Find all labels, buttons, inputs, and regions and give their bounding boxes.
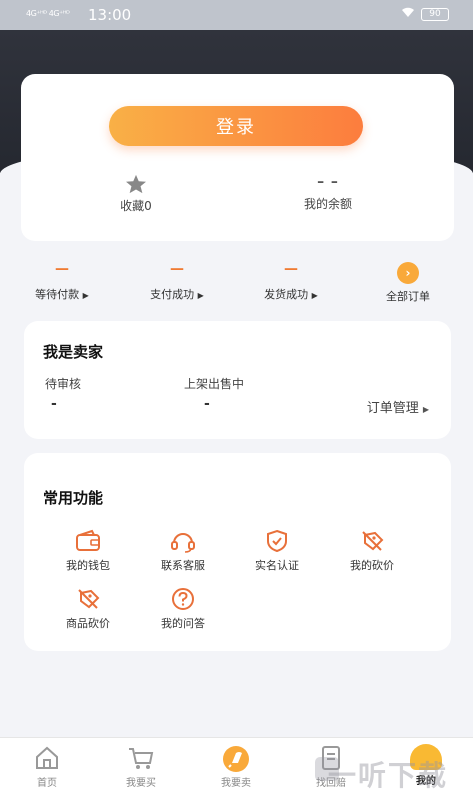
nav-sell[interactable]: 我要卖	[201, 744, 271, 789]
nav-label: 我要卖	[221, 778, 251, 789]
functions-title: 常用功能	[43, 489, 104, 507]
common-functions-card: 常用功能 我的钱包 联系客服 实名认证 我的砍价 商品砍价 我的问答	[24, 453, 451, 651]
account-card: 登录 收藏0 – – 我的余额	[21, 74, 454, 241]
tag-slash-icon	[362, 531, 384, 551]
caret-right-icon: ▶	[422, 405, 429, 414]
pending-review-stat[interactable]: 待审核 -	[45, 375, 81, 412]
seller-card: 我是卖家 待审核 - 上架出售中 - 订单管理 ▶	[24, 321, 451, 439]
chevron-right-icon: ›	[397, 262, 419, 284]
status-bar: 4G⁺ᴴᴰ 4G⁺ᴴᴰ 13:00 90	[0, 0, 473, 30]
order-pending-payment[interactable]: — 等待付款 ▶	[22, 262, 102, 302]
order-manage-label: 订单管理	[366, 401, 419, 416]
order-count: —	[170, 261, 184, 277]
order-label: 发货成功	[264, 288, 309, 301]
function-label: 我的钱包	[66, 559, 110, 572]
seller-title: 我是卖家	[43, 343, 104, 361]
real-name-auth-button[interactable]: 实名认证	[237, 529, 317, 573]
product-bargain-button[interactable]: 商品砍价	[48, 587, 128, 631]
pending-review-value: -	[51, 396, 57, 412]
order-count: —	[284, 261, 298, 277]
my-wallet-button[interactable]: 我的钱包	[48, 529, 128, 573]
caret-right-icon: ▶	[82, 291, 89, 300]
caret-right-icon: ▶	[197, 291, 204, 300]
pending-review-label: 待审核	[45, 377, 82, 391]
order-label: 等待付款	[35, 288, 80, 301]
order-label: 支付成功	[150, 288, 195, 301]
favorites-label: 收藏0	[120, 199, 152, 213]
home-icon	[36, 746, 58, 769]
favorites-entry[interactable]: 收藏0	[111, 174, 161, 214]
watermark: 一听下载	[328, 759, 449, 792]
on-sale-stat[interactable]: 上架出售中 -	[184, 375, 244, 412]
cart-icon	[129, 748, 154, 769]
wifi-icon	[401, 7, 415, 21]
contact-support-button[interactable]: 联系客服	[143, 529, 223, 573]
balance-value: – –	[317, 174, 339, 190]
balance-label: 我的余额	[303, 197, 352, 211]
headset-icon	[171, 533, 195, 553]
question-icon	[172, 588, 194, 610]
function-label: 实名认证	[255, 559, 299, 572]
all-orders-link[interactable]: › 全部订单	[368, 262, 448, 304]
balance-entry[interactable]: – – 我的余额	[291, 174, 365, 212]
order-count: —	[55, 261, 69, 277]
nav-label: 我要买	[126, 778, 156, 789]
rocket-icon	[223, 746, 249, 772]
function-label: 商品砍价	[66, 617, 110, 630]
status-time: 13:00	[88, 6, 132, 24]
nav-buy[interactable]: 我要买	[106, 744, 176, 789]
order-paid[interactable]: — 支付成功 ▶	[137, 262, 217, 302]
nav-home[interactable]: 首页	[12, 744, 82, 789]
my-bargain-button[interactable]: 我的砍价	[332, 529, 412, 573]
wallet-icon	[76, 529, 100, 551]
all-orders-label: 全部订单	[386, 290, 430, 303]
signal-indicator: 4G⁺ᴴᴰ 4G⁺ᴴᴰ	[26, 9, 70, 18]
nav-label: 首页	[37, 778, 57, 789]
function-label: 我的问答	[161, 617, 205, 630]
function-label: 联系客服	[161, 559, 205, 572]
tag-slash-icon	[78, 589, 100, 609]
order-shipped[interactable]: — 发货成功 ▶	[251, 262, 331, 302]
star-icon	[126, 174, 146, 194]
shield-check-icon	[267, 529, 287, 553]
on-sale-label: 上架出售中	[184, 377, 245, 391]
function-label: 我的砍价	[350, 559, 394, 572]
my-qa-button[interactable]: 我的问答	[143, 587, 223, 631]
caret-right-icon: ▶	[311, 291, 318, 300]
on-sale-value: -	[204, 396, 210, 412]
battery-indicator: 90	[421, 8, 449, 21]
login-button[interactable]: 登录	[109, 106, 363, 146]
order-manage-link[interactable]: 订单管理 ▶	[367, 397, 429, 416]
